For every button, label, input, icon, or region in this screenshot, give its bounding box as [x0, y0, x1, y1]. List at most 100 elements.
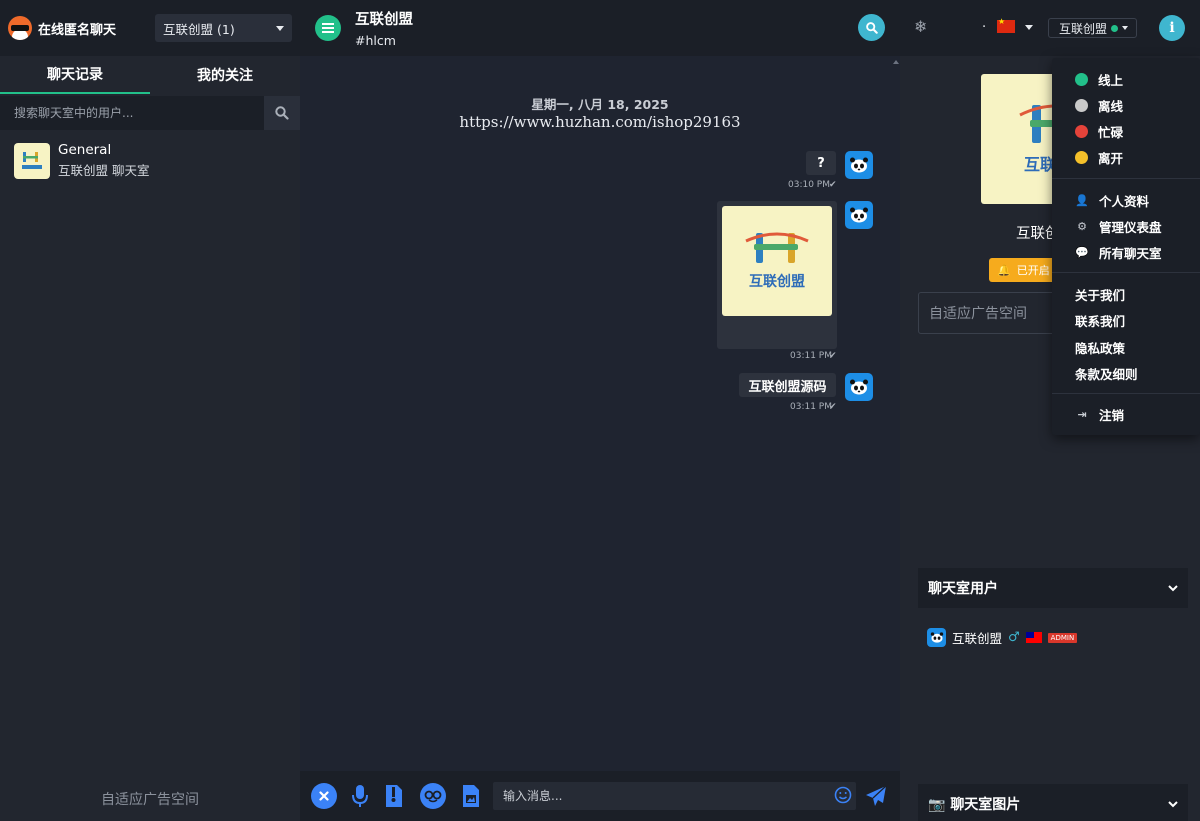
- status-label: 忙碌: [1098, 125, 1124, 140]
- logo-icon: [8, 16, 32, 40]
- profile-label: 个人资料: [1099, 194, 1150, 209]
- send-image-button[interactable]: [458, 783, 484, 809]
- room-select-label: 互联创盟 (1): [163, 21, 235, 37]
- chat-header: 互联创盟 #hlcm: [300, 0, 900, 56]
- menu-divider: [1052, 272, 1200, 273]
- admin-badge: ADMIN: [1047, 632, 1078, 643]
- status-label: 线上: [1098, 73, 1124, 88]
- message-input[interactable]: [493, 782, 856, 810]
- info-button[interactable]: i: [1159, 15, 1185, 41]
- close-icon: [319, 791, 329, 801]
- panda-avatar-icon[interactable]: [845, 201, 873, 229]
- room-images-panel-header[interactable]: 📷 聊天室图片: [918, 784, 1188, 821]
- hamburger-icon: [322, 23, 334, 33]
- user-status-button[interactable]: 互联创盟: [1048, 18, 1137, 38]
- contact-item[interactable]: 联系我们: [1075, 311, 1125, 330]
- user-search-input[interactable]: [0, 96, 264, 130]
- menu-divider: [1052, 178, 1200, 179]
- dashboard-label: 管理仪表盘: [1099, 220, 1162, 235]
- snowflake-icon[interactable]: ❄: [914, 17, 927, 36]
- room-user-name: 互联创盟: [952, 631, 1003, 646]
- male-icon: ♂: [1008, 630, 1020, 645]
- user-search: [0, 96, 300, 130]
- microphone-icon: [352, 785, 368, 807]
- admin-dashboard-item[interactable]: ⚙ 管理仪表盘: [1075, 217, 1162, 236]
- privacy-item[interactable]: 隐私政策: [1075, 338, 1125, 357]
- file-image-icon: [463, 785, 479, 807]
- room-list-item[interactable]: General 互联创盟 聊天室: [0, 130, 300, 191]
- sticker-button[interactable]: [420, 783, 446, 809]
- panda-avatar-icon[interactable]: [845, 373, 873, 401]
- smiley-icon: [834, 786, 852, 804]
- chevron-down-icon: [1122, 26, 1129, 30]
- china-flag-icon[interactable]: [997, 17, 1015, 33]
- status-dot-icon: [1075, 125, 1088, 138]
- status-dot-icon: [1075, 73, 1088, 86]
- status-offline-item[interactable]: 离线: [1075, 96, 1123, 115]
- search-icon: [865, 21, 878, 34]
- double-check-icon: ✔: [829, 402, 837, 412]
- brand-title: 在线匿名聊天: [38, 22, 117, 38]
- status-label: 离线: [1098, 99, 1124, 114]
- chevron-down-icon: [276, 25, 284, 31]
- tab-following[interactable]: 我的关注: [150, 56, 300, 94]
- room-description: 互联创盟 聊天室: [58, 163, 150, 178]
- camera-icon: 📷: [928, 797, 946, 813]
- language-label: .: [982, 16, 987, 31]
- image-message[interactable]: 互联创盟: [717, 201, 837, 349]
- chat-scrollbar[interactable]: [893, 60, 899, 765]
- logout-label: 注销: [1099, 408, 1125, 423]
- panda-avatar-icon[interactable]: [845, 151, 873, 179]
- user-gear-icon: ⚙: [1077, 220, 1087, 233]
- message-composer: [300, 771, 900, 821]
- sidebar-tabs: 聊天记录 我的关注: [0, 56, 300, 94]
- status-away-item[interactable]: 离开: [1075, 148, 1123, 167]
- message-bubble[interactable]: ?: [806, 151, 836, 175]
- user-status-label: 互联创盟: [1059, 21, 1108, 36]
- message-bubble[interactable]: 互联创盟源码: [739, 373, 836, 397]
- image-thumbnail[interactable]: 互联创盟: [722, 206, 832, 316]
- info-icon: i: [1169, 20, 1175, 36]
- room-name: General: [58, 142, 112, 158]
- emoji-button[interactable]: [832, 784, 854, 806]
- status-online-item[interactable]: 线上: [1075, 70, 1123, 89]
- left-header: 在线匿名聊天 互联创盟 (1): [0, 0, 300, 56]
- watermark-url: https://www.huzhan.com/ishop29163: [459, 113, 741, 131]
- left-sidebar: 在线匿名聊天 互联创盟 (1) 聊天记录 我的关注 General 互联创盟 聊…: [0, 0, 300, 821]
- menu-divider: [1052, 393, 1200, 394]
- room-users-panel-header[interactable]: 聊天室用户: [918, 568, 1188, 608]
- room-user-item[interactable]: 互联创盟 ♂ ADMIN: [927, 628, 1078, 647]
- attach-file-button[interactable]: [381, 783, 407, 809]
- chevron-down-icon[interactable]: [1025, 25, 1033, 30]
- file-zip-icon: [386, 785, 402, 807]
- message-time: 03:11 PM: [790, 351, 832, 361]
- user-search-button[interactable]: [264, 96, 300, 130]
- room-images-title: 聊天室图片: [950, 797, 1021, 813]
- status-busy-item[interactable]: 忙碌: [1075, 122, 1123, 141]
- about-item[interactable]: 关于我们: [1075, 285, 1125, 304]
- profile-item[interactable]: 👤 个人资料: [1075, 191, 1149, 210]
- chevron-down-icon: [1168, 584, 1178, 591]
- send-button[interactable]: [863, 783, 889, 809]
- user-icon: 👤: [1075, 194, 1089, 207]
- search-icon: [275, 106, 289, 120]
- all-rooms-item[interactable]: 💬 所有聊天室: [1075, 243, 1162, 262]
- terms-item[interactable]: 条款及细则: [1075, 364, 1138, 383]
- tab-chat-history[interactable]: 聊天记录: [0, 56, 150, 94]
- status-dot-icon: [1075, 99, 1088, 112]
- notification-toggle[interactable]: 🔔 已开启: [989, 258, 1060, 282]
- voice-record-button[interactable]: [347, 783, 373, 809]
- nerd-face-icon: [424, 790, 442, 803]
- double-check-icon: ✔: [829, 180, 837, 190]
- right-header: ❄ . 互联创盟 i: [900, 0, 1200, 56]
- close-attachments-button[interactable]: [311, 783, 337, 809]
- room-users-title: 聊天室用户: [928, 581, 998, 597]
- all-rooms-label: 所有聊天室: [1099, 246, 1162, 261]
- menu-toggle-button[interactable]: [315, 15, 341, 41]
- logout-item[interactable]: ⇥ 注销: [1075, 405, 1124, 424]
- bell-icon: 🔔: [997, 263, 1011, 277]
- sign-out-icon: ⇥: [1077, 408, 1087, 421]
- message-time: 03:10 PM: [788, 180, 830, 190]
- chat-search-button[interactable]: [858, 14, 885, 41]
- room-select[interactable]: 互联创盟 (1): [155, 14, 292, 42]
